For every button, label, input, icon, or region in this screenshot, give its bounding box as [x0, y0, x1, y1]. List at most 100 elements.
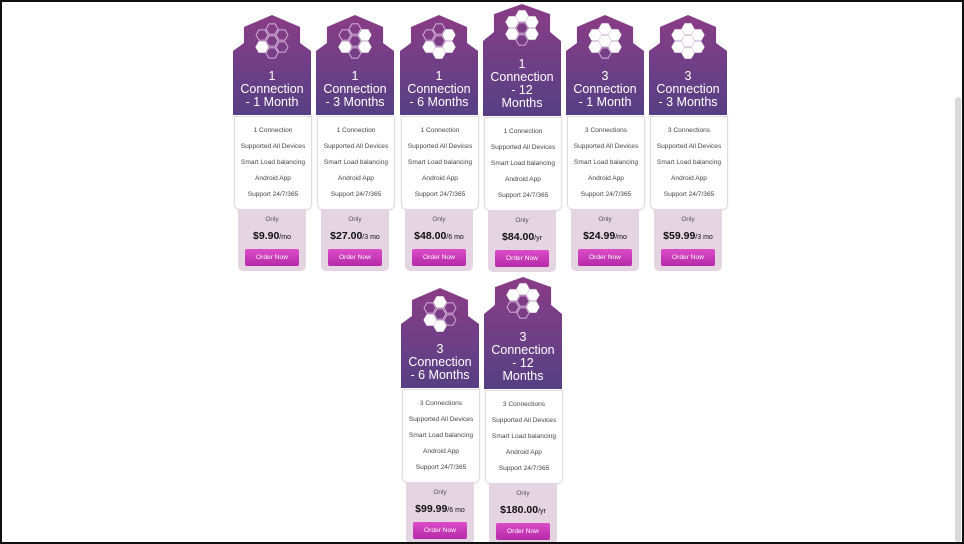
- features-list: 1 Connection Supported All Devices Smart L…: [484, 117, 562, 211]
- price-period: /3 mo: [362, 234, 380, 241]
- pricing-card: 3 Connection - 12 Months 3 Connections Sup…: [483, 277, 563, 542]
- feature-item: Smart Load balancing: [573, 159, 639, 166]
- order-now-button[interactable]: Order Now: [495, 250, 549, 267]
- feature-item: Support 24/7/365: [497, 192, 549, 199]
- feature-item: Android App: [255, 175, 291, 182]
- features-list: 3 Connections Supported All Devices Smart …: [650, 116, 728, 210]
- feature-item: Supported All Devices: [490, 144, 556, 151]
- feature-item: 1 Connection: [420, 127, 460, 134]
- pricing-card: 3 Connection - 6 Months 3 Connections Supp…: [400, 288, 480, 542]
- price-prefix: Only: [432, 216, 446, 223]
- plan-header: 3 Connection - 12 Months: [484, 277, 562, 389]
- price-amount: $99.99: [415, 503, 448, 515]
- honeycomb-icon: [582, 23, 628, 59]
- price-box: Only $59.99/3 mo Order Now: [654, 209, 722, 271]
- feature-item: 3 Connections: [584, 127, 628, 134]
- feature-item: Android App: [588, 175, 624, 182]
- feature-item: Android App: [671, 175, 707, 182]
- price-prefix: Only: [515, 217, 529, 224]
- order-now-button[interactable]: Order Now: [661, 249, 715, 266]
- plan-header: 1 Connection - 1 Month: [233, 15, 311, 115]
- price: $24.99/mo: [571, 226, 639, 244]
- pricing-page: 1 Connection - 1 Month 1 Connection Suppor…: [0, 0, 964, 544]
- features-list: 1 Connection Supported All Devices Smart L…: [401, 116, 479, 210]
- price-amount: $27.00: [330, 230, 363, 242]
- features-list: 1 Connection Supported All Devices Smart L…: [234, 116, 312, 210]
- price-period: /yr: [538, 508, 546, 515]
- honeycomb-icon: [249, 23, 295, 59]
- feature-item: 3 Connections: [419, 400, 463, 407]
- price: $48.00/6 mo: [405, 226, 473, 244]
- price: $27.00/3 mo: [321, 226, 389, 244]
- feature-item: Smart Load balancing: [491, 433, 557, 440]
- pricing-card: 1 Connection - 1 Month 1 Connection Suppor…: [232, 15, 312, 285]
- honeycomb-icon: [332, 23, 378, 59]
- plan-title: 3 Connection - 1 Month: [573, 69, 637, 109]
- price-period: /yr: [534, 235, 542, 242]
- price: $59.99/3 mo: [654, 226, 722, 244]
- feature-item: Support 24/7/365: [663, 191, 715, 198]
- plan-title: 1 Connection - 1 Month: [240, 69, 304, 109]
- order-now-button[interactable]: Order Now: [578, 249, 632, 266]
- feature-item: Android App: [338, 175, 374, 182]
- pricing-card: 3 Connection - 1 Month 3 Connections Suppo…: [565, 15, 645, 285]
- price-box: Only $48.00/6 mo Order Now: [405, 209, 473, 271]
- plan-header: 3 Connection - 3 Months: [649, 15, 727, 115]
- price-prefix: Only: [433, 489, 447, 496]
- plan-header: 3 Connection - 1 Month: [566, 15, 644, 115]
- honeycomb-icon: [417, 296, 463, 332]
- price: $9.90/mo: [238, 226, 306, 244]
- feature-item: Support 24/7/365: [414, 191, 466, 198]
- honeycomb-icon: [499, 10, 545, 46]
- price: $99.99/6 mo: [406, 499, 474, 517]
- plan-header: 1 Connection - 3 Months: [316, 15, 394, 115]
- price-amount: $180.00: [500, 504, 539, 516]
- price-box: Only $99.99/6 mo Order Now: [406, 482, 474, 542]
- features-list: 3 Connections Supported All Devices Smart …: [567, 116, 645, 210]
- feature-item: Support 24/7/365: [247, 191, 299, 198]
- plan-header: 3 Connection - 6 Months: [401, 288, 479, 388]
- price-prefix: Only: [516, 490, 530, 497]
- order-now-button[interactable]: Order Now: [412, 249, 466, 266]
- honeycomb-icon: [665, 23, 711, 59]
- feature-item: Android App: [422, 175, 458, 182]
- order-now-button[interactable]: Order Now: [496, 523, 550, 540]
- price-box: Only $180.00/yr Order Now: [489, 483, 557, 542]
- price-box: Only $84.00/yr Order Now: [488, 210, 556, 272]
- feature-item: Supported All Devices: [573, 143, 639, 150]
- price-amount: $48.00: [414, 230, 447, 242]
- price-prefix: Only: [265, 216, 279, 223]
- price-prefix: Only: [348, 216, 362, 223]
- feature-item: Supported All Devices: [491, 417, 557, 424]
- feature-item: Smart Load balancing: [490, 160, 556, 167]
- pricing-row: 1 Connection - 1 Month 1 Connection Suppor…: [2, 3, 962, 273]
- feature-item: Support 24/7/365: [580, 191, 632, 198]
- price-period: /6 mo: [447, 507, 465, 514]
- pricing-card: 3 Connection - 3 Months 3 Connections Supp…: [648, 15, 728, 285]
- order-now-button[interactable]: Order Now: [413, 522, 467, 539]
- feature-item: Smart Load balancing: [656, 159, 722, 166]
- honeycomb-icon: [500, 283, 546, 319]
- feature-item: Smart Load balancing: [240, 159, 306, 166]
- plan-title: 3 Connection - 6 Months: [408, 342, 472, 382]
- price: $180.00/yr: [489, 500, 557, 518]
- price: $84.00/yr: [488, 227, 556, 245]
- feature-item: Smart Load balancing: [323, 159, 389, 166]
- order-now-button[interactable]: Order Now: [328, 249, 382, 266]
- pricing-card: 1 Connection - 12 Months 1 Connection Supp…: [482, 4, 562, 274]
- feature-item: Supported All Devices: [408, 416, 474, 423]
- price-box: Only $27.00/3 mo Order Now: [321, 209, 389, 271]
- feature-item: Support 24/7/365: [330, 191, 382, 198]
- feature-item: Smart Load balancing: [407, 159, 473, 166]
- feature-item: Supported All Devices: [240, 143, 306, 150]
- order-now-button[interactable]: Order Now: [245, 249, 299, 266]
- pricing-card: 1 Connection - 6 Months 1 Connection Suppo…: [399, 15, 479, 285]
- price-prefix: Only: [598, 216, 612, 223]
- feature-item: Smart Load balancing: [408, 432, 474, 439]
- plan-header: 1 Connection - 6 Months: [400, 15, 478, 115]
- honeycomb-icon: [416, 23, 462, 59]
- plan-header: 1 Connection - 12 Months: [483, 4, 561, 116]
- price-prefix: Only: [681, 216, 695, 223]
- price-period: /6 mo: [446, 234, 464, 241]
- feature-item: 3 Connections: [667, 127, 711, 134]
